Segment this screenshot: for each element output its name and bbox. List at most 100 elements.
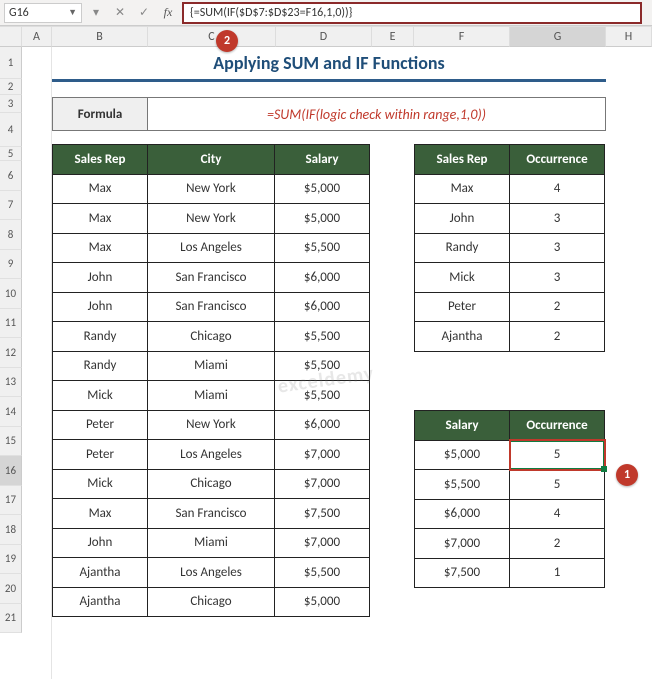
cell[interactable]: San Francisco	[148, 263, 275, 293]
cell[interactable]: 1	[510, 558, 605, 588]
row-header-19[interactable]: 19	[0, 545, 22, 575]
cell[interactable]: 2	[510, 292, 605, 322]
fx-icon[interactable]: fx	[158, 3, 178, 23]
cell[interactable]: Miami	[148, 528, 275, 558]
cell[interactable]: Los Angeles	[148, 558, 275, 588]
row-header-15[interactable]: 15	[0, 427, 22, 457]
cell[interactable]: Max	[415, 174, 510, 204]
main-header-salesrep[interactable]: Sales Rep	[53, 145, 148, 175]
row-header-6[interactable]: 6	[0, 161, 22, 191]
row-header-1[interactable]: 1	[0, 47, 22, 79]
accept-icon[interactable]: ✓	[134, 3, 154, 23]
cell[interactable]: $5,500	[275, 558, 370, 588]
cell[interactable]: $7,500	[415, 558, 510, 588]
row-header-8[interactable]: 8	[0, 220, 22, 250]
cell[interactable]: San Francisco	[148, 499, 275, 529]
cell[interactable]: Max	[53, 174, 148, 204]
decrease-icon[interactable]: ▾	[86, 3, 106, 23]
cell[interactable]: Peter	[53, 440, 148, 470]
cell[interactable]: Mick	[415, 263, 510, 293]
cell[interactable]: Ajantha	[53, 587, 148, 617]
cell[interactable]: 3	[510, 263, 605, 293]
cancel-icon[interactable]: ✕	[110, 3, 130, 23]
col-header-a[interactable]: A	[22, 27, 52, 47]
cell[interactable]: 3	[510, 233, 605, 263]
row-header-16[interactable]: 16	[0, 456, 22, 486]
row-header-11[interactable]: 11	[0, 309, 22, 339]
cell[interactable]: Los Angeles	[148, 440, 275, 470]
cell[interactable]: John	[53, 263, 148, 293]
cell[interactable]: 5	[510, 470, 605, 500]
cell[interactable]: $5,000	[275, 204, 370, 234]
row-header-21[interactable]: 21	[0, 604, 22, 634]
rep-header-occurrence[interactable]: Occurrence	[510, 145, 605, 175]
row-header-4[interactable]: 4	[0, 113, 22, 147]
row-header-14[interactable]: 14	[0, 397, 22, 427]
cell[interactable]: Mick	[53, 381, 148, 411]
cell[interactable]: San Francisco	[148, 292, 275, 322]
cell[interactable]: Ajantha	[53, 558, 148, 588]
cell[interactable]: New York	[148, 204, 275, 234]
cell[interactable]: $6,000	[275, 292, 370, 322]
main-header-city[interactable]: City	[148, 145, 275, 175]
row-header-17[interactable]: 17	[0, 486, 22, 516]
cell[interactable]: Chicago	[148, 322, 275, 352]
cell[interactable]: Max	[53, 204, 148, 234]
cell[interactable]: $6,000	[275, 410, 370, 440]
cell[interactable]: $7,000	[415, 529, 510, 559]
cell[interactable]: $5,000	[275, 587, 370, 617]
col-header-c[interactable]: C	[148, 27, 276, 47]
cell[interactable]: Miami	[148, 351, 275, 381]
chevron-down-icon[interactable]: ▼	[68, 7, 77, 18]
cell[interactable]: New York	[148, 410, 275, 440]
row-header-3[interactable]: 3	[0, 95, 22, 113]
cell[interactable]: Max	[53, 499, 148, 529]
cell[interactable]: Peter	[53, 410, 148, 440]
cell[interactable]: Peter	[415, 292, 510, 322]
row-header-9[interactable]: 9	[0, 250, 22, 280]
cell[interactable]: John	[415, 204, 510, 234]
cell[interactable]: Randy	[415, 233, 510, 263]
rep-header-salesrep[interactable]: Sales Rep	[415, 145, 510, 175]
col-header-f[interactable]: F	[414, 27, 510, 47]
cell[interactable]: $7,000	[275, 440, 370, 470]
row-header-5[interactable]: 5	[0, 147, 22, 161]
row-header-7[interactable]: 7	[0, 191, 22, 221]
sal-header-occurrence[interactable]: Occurrence	[510, 411, 605, 441]
cell[interactable]: 4	[510, 174, 605, 204]
cell[interactable]: $5,000	[275, 174, 370, 204]
cell[interactable]: 4	[510, 499, 605, 529]
cell[interactable]: $6,000	[275, 263, 370, 293]
cell[interactable]: $5,500	[415, 470, 510, 500]
formula-input[interactable]: {=SUM(IF($D$7:$D$23=F16,1,0))}	[182, 2, 642, 24]
cell[interactable]: $5,000	[415, 440, 510, 470]
cell[interactable]: Chicago	[148, 469, 275, 499]
cell[interactable]: $6,000	[415, 499, 510, 529]
sal-header-salary[interactable]: Salary	[415, 411, 510, 441]
cell[interactable]: New York	[148, 174, 275, 204]
cell[interactable]: Randy	[53, 322, 148, 352]
cell[interactable]: 2	[510, 529, 605, 559]
col-header-b[interactable]: B	[52, 27, 148, 47]
cell[interactable]: Ajantha	[415, 322, 510, 352]
cell[interactable]: $7,500	[275, 499, 370, 529]
cell[interactable]: Randy	[53, 351, 148, 381]
cell[interactable]: $5,500	[275, 351, 370, 381]
cell[interactable]: 5	[510, 440, 605, 470]
col-header-h[interactable]: H	[606, 27, 652, 47]
main-header-salary[interactable]: Salary	[275, 145, 370, 175]
cell[interactable]: John	[53, 528, 148, 558]
cell[interactable]: John	[53, 292, 148, 322]
cell[interactable]: $5,500	[275, 381, 370, 411]
select-all-corner[interactable]	[0, 27, 22, 47]
cell[interactable]: $5,500	[275, 233, 370, 263]
col-header-e[interactable]: E	[372, 27, 414, 47]
row-header-13[interactable]: 13	[0, 368, 22, 398]
row-header-12[interactable]: 12	[0, 338, 22, 368]
fill-handle[interactable]	[601, 466, 607, 472]
col-header-d[interactable]: D	[276, 27, 372, 47]
row-header-18[interactable]: 18	[0, 515, 22, 545]
cell[interactable]: $7,000	[275, 528, 370, 558]
col-header-g[interactable]: G	[510, 27, 606, 47]
cell[interactable]: Max	[53, 233, 148, 263]
